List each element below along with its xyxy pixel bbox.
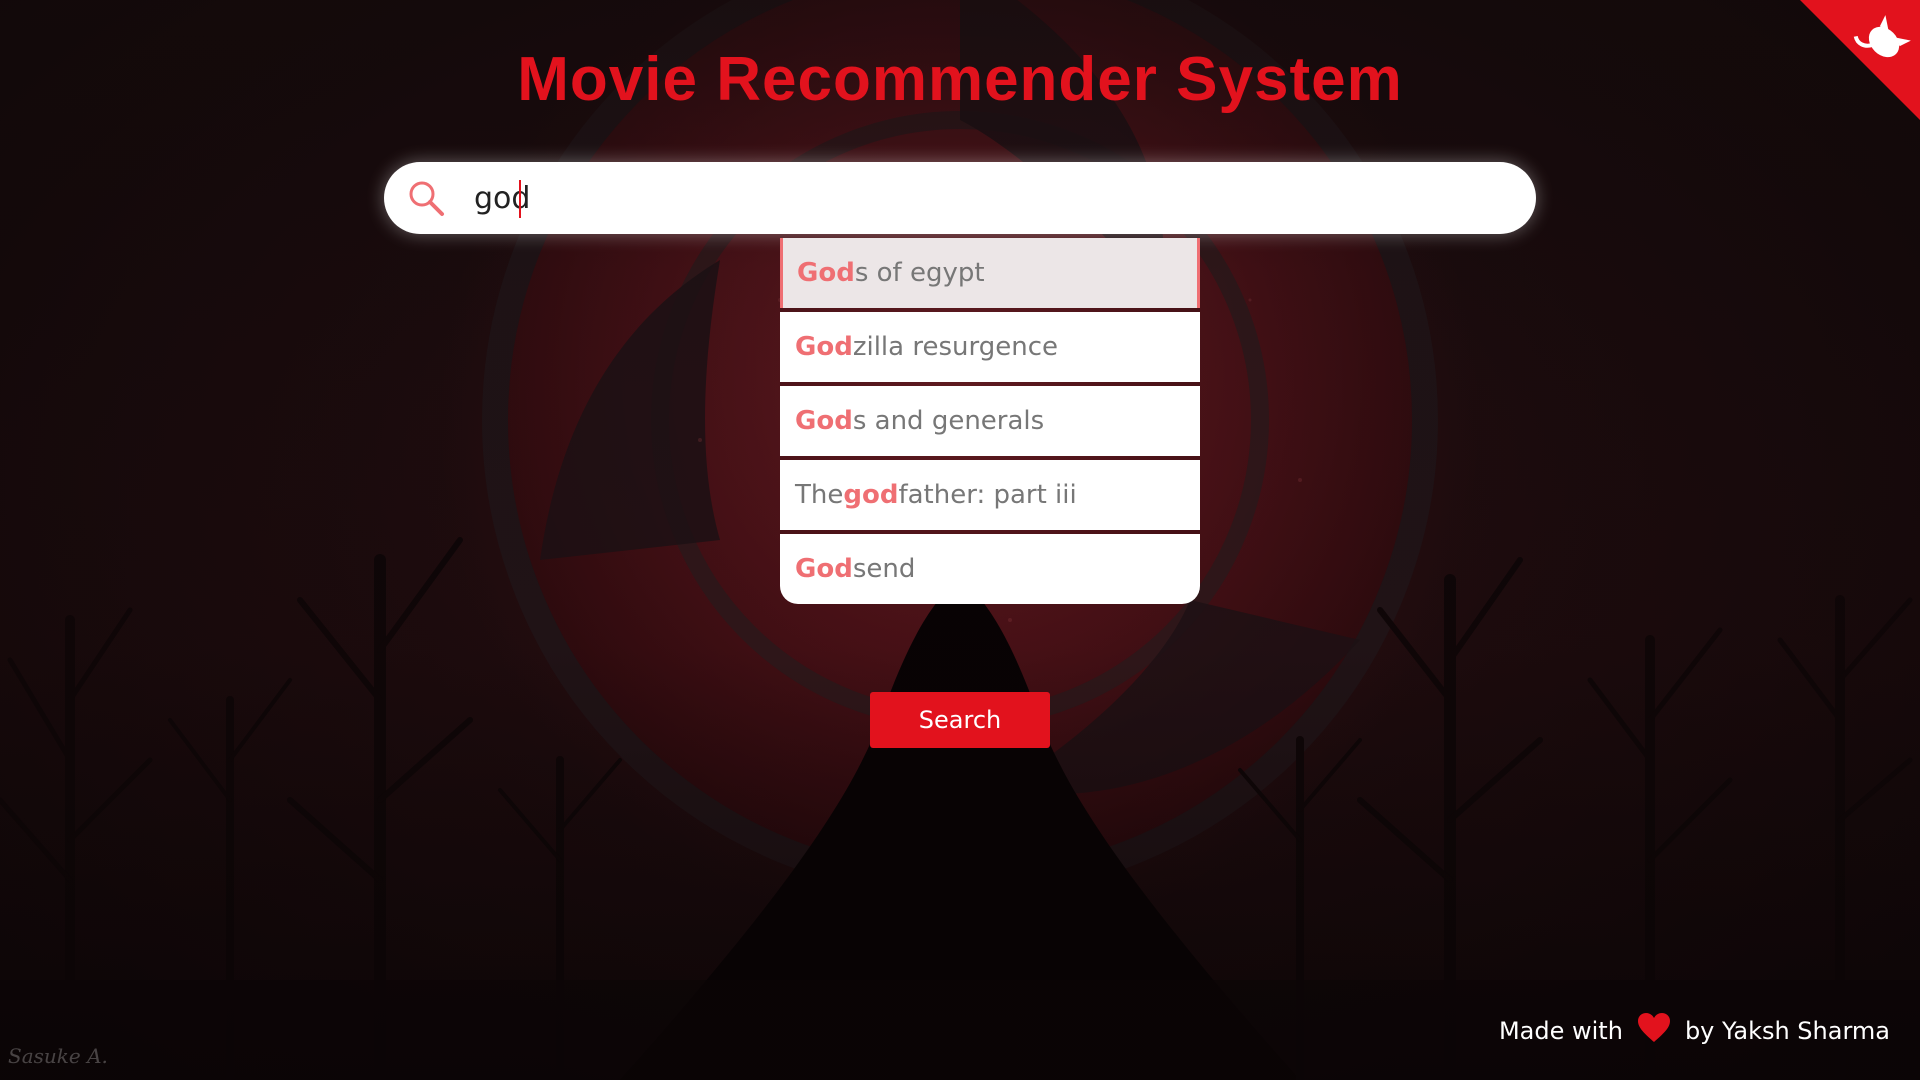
page-title: Movie Recommender System (517, 45, 1403, 114)
autocomplete-item[interactable]: God s and generals (780, 386, 1200, 456)
autocomplete-list: God s of egypt God zilla resurgence God s a… (780, 238, 1200, 604)
search-input[interactable] (472, 167, 1476, 229)
autocomplete-item[interactable]: God zilla resurgence (780, 312, 1200, 382)
suggestion-rest: send (852, 554, 916, 584)
page-background: Movie Recommender System Gods of egypt G… (0, 0, 1920, 1080)
autocomplete-item[interactable]: God s of egypt (780, 238, 1200, 308)
suggestion-match: God (797, 258, 855, 288)
text-caret (519, 180, 521, 218)
suggestion-rest: s and generals (852, 406, 1045, 436)
heart-icon (1637, 1013, 1670, 1042)
autocomplete-item[interactable]: The god father: part iii (780, 460, 1200, 530)
suggestion-match: God (795, 332, 853, 362)
suggestion-rest: father: part iii (898, 480, 1077, 510)
search-icon (409, 181, 444, 216)
suggestion-match: God (795, 406, 853, 436)
autocomplete-item[interactable]: God send (780, 534, 1200, 604)
suggestion-rest: s of egypt (854, 258, 985, 288)
footer-author: by Yaksh Sharma (1684, 1017, 1890, 1045)
footer: Made with by Yaksh Sharma (1499, 1012, 1890, 1050)
suggestion-match: god (843, 480, 899, 510)
suggestion-match: God (795, 554, 853, 584)
suggestion-prefix: The (795, 480, 844, 510)
search-bar[interactable] (384, 162, 1536, 234)
search-button[interactable]: Search (870, 692, 1050, 748)
artist-signature: Sasuke A. (8, 1044, 108, 1068)
suggestion-rest: zilla resurgence (852, 332, 1058, 362)
footer-prefix: Made with (1498, 1017, 1623, 1045)
